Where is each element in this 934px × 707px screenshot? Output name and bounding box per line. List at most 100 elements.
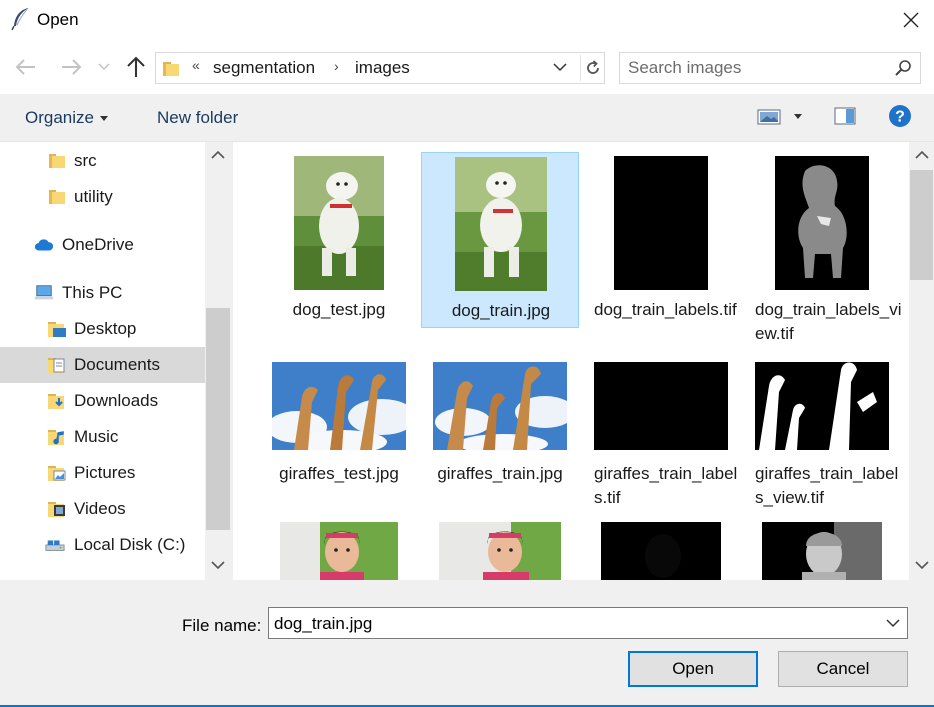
view-options-dropdown[interactable] [794, 114, 802, 119]
file-name: giraffes_train_labels.tif [594, 464, 738, 507]
close-button[interactable] [896, 5, 926, 35]
breadcrumb-segment-images[interactable]: images [355, 58, 410, 78]
recent-locations-button[interactable] [97, 54, 111, 80]
search-input[interactable] [628, 57, 878, 79]
scrollbar-thumb[interactable] [206, 308, 230, 530]
organize-menu-button[interactable]: Organize [25, 108, 108, 128]
sidebar-item-videos[interactable]: Videos [0, 491, 205, 527]
file-name-combobox[interactable] [268, 607, 908, 639]
file-item[interactable]: dog_test.jpg [260, 152, 418, 328]
file-name-input[interactable] [274, 613, 864, 635]
address-history-dropdown[interactable] [552, 59, 572, 77]
close-icon [903, 12, 919, 28]
chevron-down-icon[interactable] [885, 615, 901, 631]
file-list: dog_test.jpg dog_train.jpg dog_train_lab… [232, 142, 909, 580]
file-name-label: File name: [182, 616, 262, 635]
file-thumbnail [422, 157, 580, 291]
scroll-up-icon[interactable] [211, 150, 225, 160]
file-thumbnail [260, 362, 418, 450]
sidebar-item-label: utility [74, 187, 113, 206]
navigation-pane: src utility OneDrive This PC Desktop Doc… [0, 142, 232, 580]
file-item[interactable]: dog_train_labels_view.tif [743, 152, 902, 352]
file-thumbnail [260, 522, 418, 580]
breadcrumb-separator[interactable]: › [334, 58, 339, 74]
feather-icon [11, 7, 29, 31]
file-item[interactable] [743, 520, 901, 580]
scroll-down-icon[interactable] [915, 560, 929, 570]
file-name: giraffes_test.jpg [279, 464, 399, 483]
navigation-pane-scrollbar[interactable] [205, 142, 232, 580]
file-item[interactable]: giraffes_train.jpg [421, 356, 579, 532]
sidebar-item-src[interactable]: src [0, 143, 205, 179]
folder-icon [163, 62, 179, 76]
file-item[interactable]: dog_train_labels.tif [582, 152, 740, 352]
file-item[interactable]: giraffes_train_labels_view.tif [743, 356, 901, 532]
file-name: giraffes_train.jpg [437, 464, 563, 483]
file-item[interactable] [421, 520, 579, 580]
file-thumbnail [421, 362, 579, 450]
sidebar-item-label: This PC [62, 283, 123, 302]
up-button[interactable] [123, 54, 149, 80]
file-item[interactable]: giraffes_test.jpg [260, 356, 418, 532]
window-title: Open [37, 10, 79, 29]
file-name: dog_test.jpg [292, 300, 386, 319]
forward-button[interactable] [57, 54, 85, 80]
sidebar-item-label: OneDrive [62, 235, 134, 254]
sidebar-item-pictures[interactable]: Pictures [0, 455, 205, 491]
sidebar-item-music[interactable]: Music [0, 419, 205, 455]
file-name: dog_train_labels.tif [594, 300, 737, 319]
scroll-up-icon[interactable] [915, 150, 929, 160]
file-thumbnail [582, 362, 740, 450]
sidebar-item-onedrive[interactable]: OneDrive [0, 227, 205, 263]
file-item[interactable]: giraffes_train_labels.tif [582, 356, 740, 532]
svg-text:?: ? [895, 109, 905, 126]
sidebar-item-desktop[interactable]: Desktop [0, 311, 205, 347]
sidebar-item-label: Videos [74, 499, 126, 518]
drive-icon [45, 535, 65, 555]
command-toolbar: Organize New folder ? [0, 94, 934, 142]
refresh-icon [586, 60, 599, 74]
desktop-folder-icon [47, 319, 67, 339]
file-item[interactable] [582, 520, 740, 580]
view-options-icon[interactable] [757, 108, 781, 126]
sidebar-item-local-disk[interactable]: Local Disk (C:) [0, 527, 205, 563]
sidebar-item-documents[interactable]: Documents [0, 347, 205, 383]
arrow-left-icon [15, 59, 35, 75]
file-thumbnail [743, 362, 901, 450]
cancel-button[interactable]: Cancel [778, 651, 908, 687]
file-thumbnail [582, 522, 740, 580]
sidebar-item-downloads[interactable]: Downloads [0, 383, 205, 419]
file-list-scrollbar[interactable] [909, 142, 934, 580]
breadcrumb-overflow-chevron[interactable]: « [192, 57, 200, 73]
file-name: dog_train_labels_view.tif [755, 300, 902, 343]
help-button[interactable]: ? [888, 104, 912, 128]
search-icon[interactable] [894, 59, 912, 77]
organize-label: Organize [25, 108, 94, 127]
address-bar[interactable]: « segmentation › images [155, 52, 605, 84]
new-folder-button[interactable]: New folder [157, 108, 238, 128]
open-button[interactable]: Open [628, 651, 758, 687]
pictures-folder-icon [47, 463, 67, 483]
sidebar-item-this-pc[interactable]: This PC [0, 275, 205, 311]
breadcrumb-segment-segmentation[interactable]: segmentation [213, 58, 315, 78]
folder-icon [47, 151, 67, 171]
search-box[interactable] [619, 52, 921, 84]
back-button[interactable] [12, 54, 40, 80]
documents-folder-icon [47, 355, 67, 375]
scroll-down-icon[interactable] [211, 560, 225, 570]
videos-folder-icon [47, 499, 67, 519]
downloads-folder-icon [47, 391, 67, 411]
sidebar-item-utility[interactable]: utility [0, 179, 205, 215]
file-item-selected[interactable]: dog_train.jpg [421, 152, 579, 328]
preview-pane-icon[interactable] [834, 107, 856, 125]
sidebar-item-label: Downloads [74, 391, 159, 410]
sidebar-item-label: Desktop [74, 319, 137, 338]
refresh-button[interactable] [580, 55, 604, 81]
sidebar-item-label: Pictures [74, 463, 136, 482]
scrollbar-thumb[interactable] [910, 170, 933, 280]
navigation-bar: « segmentation › images [0, 40, 934, 94]
file-item[interactable] [260, 520, 418, 580]
folder-icon [47, 187, 67, 207]
file-thumbnail [260, 156, 418, 290]
music-folder-icon [47, 427, 67, 447]
